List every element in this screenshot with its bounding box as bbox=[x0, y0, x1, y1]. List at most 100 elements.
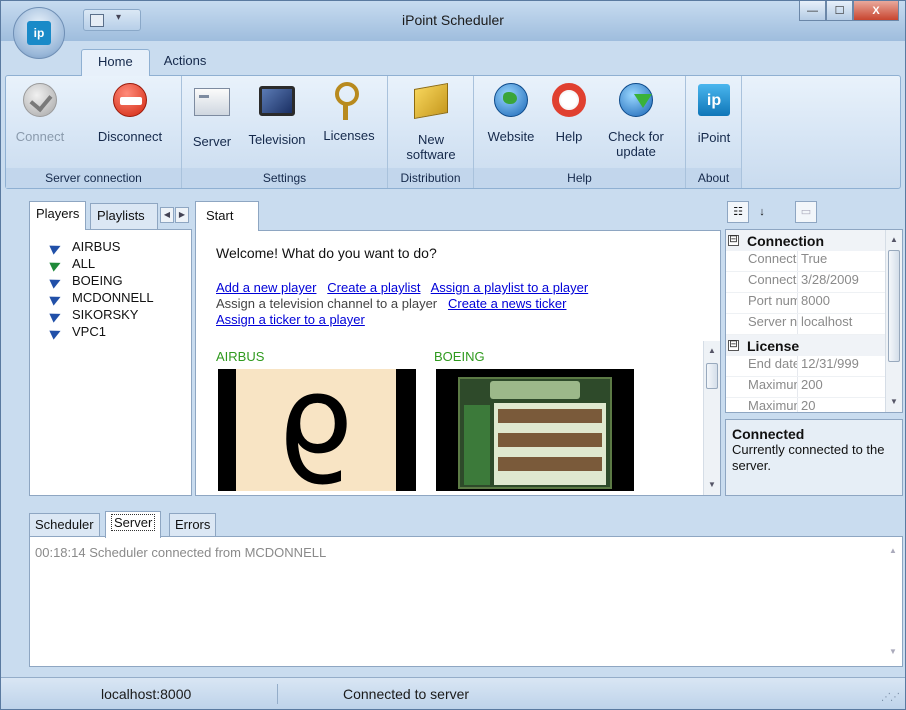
property-description: Connected Currently connected to the ser… bbox=[725, 419, 903, 496]
status-bar: localhost:8000 Connected to server ⋰⋰ bbox=[1, 677, 905, 709]
ribbon: Connect Disconnect Server connection Ser… bbox=[5, 75, 901, 189]
window-controls: — ☐ X bbox=[799, 1, 899, 23]
property-row[interactable]: End date 12/31/999 bbox=[726, 356, 902, 377]
check-for-update-button[interactable]: Check for update bbox=[596, 80, 676, 159]
property-category-connection[interactable]: ⊟ Connection bbox=[726, 230, 902, 251]
licenses-button[interactable]: Licenses bbox=[316, 80, 382, 143]
tab-errors[interactable]: Errors bbox=[169, 513, 217, 537]
tab-players[interactable]: Players bbox=[29, 201, 87, 230]
group-label: Server connection bbox=[6, 168, 181, 188]
tab-scroll-left-icon[interactable]: ◀ bbox=[160, 207, 174, 223]
scroll-down-icon[interactable]: ▼ bbox=[886, 394, 902, 410]
player-icon bbox=[50, 241, 64, 253]
tab-scheduler[interactable]: Scheduler bbox=[29, 513, 100, 537]
title-bar[interactable]: iPoint Scheduler ▾ — ☐ X bbox=[1, 1, 905, 41]
scroll-down-icon[interactable]: ▼ bbox=[704, 477, 720, 493]
preview-site-row bbox=[498, 409, 602, 423]
list-item[interactable]: VPC1 bbox=[50, 323, 191, 340]
group-help: Website Help Check for update Help bbox=[474, 76, 686, 188]
new-software-button[interactable]: New software bbox=[394, 80, 468, 162]
log-entry: 00:18:14 Scheduler connected from MCDONN… bbox=[35, 545, 327, 560]
property-row[interactable]: Maximum 200 bbox=[726, 377, 902, 398]
scroll-thumb[interactable] bbox=[706, 363, 718, 389]
collapse-icon[interactable]: ⊟ bbox=[728, 235, 739, 246]
preview-website-image bbox=[458, 377, 612, 489]
group-label: Help bbox=[474, 168, 685, 188]
tab-start[interactable]: Start bbox=[195, 201, 259, 231]
scroll-up-icon[interactable]: ▲ bbox=[885, 543, 901, 559]
ipoint-about-button[interactable]: ip iPoint bbox=[690, 80, 738, 145]
maximize-button[interactable]: ☐ bbox=[826, 1, 853, 21]
tab-scroll-right-icon[interactable]: ▶ bbox=[175, 207, 189, 223]
property-vertical-scrollbar[interactable]: ▲ ▼ bbox=[885, 230, 902, 412]
property-pages-icon[interactable]: ▭ bbox=[795, 201, 817, 223]
ribbon-tab-home[interactable]: Home bbox=[81, 49, 150, 76]
start-vertical-scrollbar[interactable]: ▲ ▼ bbox=[703, 341, 720, 495]
start-content: Welcome! What do you want to do? Add a n… bbox=[195, 230, 721, 496]
property-row[interactable]: Connecte 3/28/2009 bbox=[726, 272, 902, 293]
scroll-up-icon[interactable]: ▲ bbox=[886, 232, 902, 248]
save-icon[interactable] bbox=[90, 14, 104, 27]
group-server-connection: Connect Disconnect Server connection bbox=[6, 76, 182, 188]
app-window: iPoint Scheduler ▾ — ☐ X ip Home Actions… bbox=[0, 0, 906, 710]
list-item[interactable]: AIRBUS bbox=[50, 238, 191, 255]
log-vertical-scrollbar[interactable]: ▲ ▼ bbox=[885, 537, 902, 666]
lifebuoy-icon bbox=[552, 83, 586, 117]
alphabetical-sort-icon[interactable]: ↓ bbox=[751, 201, 773, 223]
player-icon bbox=[50, 309, 64, 321]
player-preview-boeing[interactable] bbox=[436, 369, 634, 491]
player-icon bbox=[50, 275, 64, 287]
property-row[interactable]: Maximum 20 bbox=[726, 398, 902, 412]
assign-tv-link[interactable]: Assign a television channel to a player bbox=[216, 296, 437, 311]
scroll-thumb[interactable] bbox=[888, 250, 900, 362]
player-preview-airbus[interactable]: 6 bbox=[218, 369, 416, 491]
create-ticker-link[interactable]: Create a news ticker bbox=[448, 296, 567, 311]
welcome-text: Welcome! What do you want to do? bbox=[216, 245, 437, 261]
preview-site-sidebar bbox=[464, 405, 490, 485]
help-button[interactable]: Help bbox=[544, 80, 594, 144]
players-list: AIRBUS ALL BOEING MCDONNELL SIKORSKY VPC… bbox=[29, 229, 192, 496]
status-connection: Connected to server bbox=[343, 686, 470, 702]
assign-ticker-link[interactable]: Assign a ticker to a player bbox=[216, 312, 365, 327]
assign-playlist-link[interactable]: Assign a playlist to a player bbox=[431, 280, 589, 295]
player-group-icon bbox=[50, 258, 64, 270]
list-item[interactable]: BOEING bbox=[50, 272, 191, 289]
property-grid: ⊟ Connection Connecte True Connecte 3/28… bbox=[725, 229, 903, 413]
keys-icon bbox=[331, 82, 367, 120]
scroll-down-icon[interactable]: ▼ bbox=[885, 644, 901, 660]
list-item[interactable]: SIKORSKY bbox=[50, 306, 191, 323]
group-label: About bbox=[686, 168, 741, 188]
list-item[interactable]: ALL bbox=[50, 255, 191, 272]
create-playlist-link[interactable]: Create a playlist bbox=[327, 280, 420, 295]
property-row[interactable]: Port num 8000 bbox=[726, 293, 902, 314]
thumbnail-label-boeing: BOEING bbox=[434, 349, 485, 364]
disconnect-button[interactable]: Disconnect bbox=[90, 80, 170, 144]
scroll-up-icon[interactable]: ▲ bbox=[704, 343, 720, 359]
add-player-link[interactable]: Add a new player bbox=[216, 280, 316, 295]
list-item[interactable]: MCDONNELL bbox=[50, 289, 191, 306]
player-icon bbox=[50, 326, 64, 338]
preview-digit: 6 bbox=[277, 369, 355, 491]
property-category-license[interactable]: ⊟ License bbox=[726, 335, 902, 356]
television-button[interactable]: Television bbox=[238, 80, 316, 147]
description-title: Connected bbox=[732, 426, 805, 442]
connect-button[interactable]: Connect bbox=[12, 80, 68, 144]
disconnect-icon bbox=[113, 83, 147, 117]
resize-grip-icon[interactable]: ⋰⋰ bbox=[881, 692, 900, 703]
categorized-view-icon[interactable]: ☷ bbox=[727, 201, 749, 223]
application-orb-button[interactable]: ip bbox=[13, 7, 65, 59]
left-panel-tabs: Players Playlists ◀ ▶ bbox=[29, 201, 192, 230]
server-settings-button[interactable]: Server bbox=[188, 80, 236, 149]
close-button[interactable]: X bbox=[853, 1, 899, 21]
ribbon-tab-actions[interactable]: Actions bbox=[150, 49, 221, 76]
collapse-icon[interactable]: ⊟ bbox=[728, 340, 739, 351]
tab-server[interactable]: Server bbox=[105, 511, 162, 538]
qat-dropdown-icon[interactable]: ▾ bbox=[116, 12, 121, 23]
property-row[interactable]: Connecte True bbox=[726, 251, 902, 272]
software-package-icon bbox=[414, 83, 448, 119]
website-button[interactable]: Website bbox=[478, 80, 544, 144]
minimize-button[interactable]: — bbox=[799, 1, 826, 21]
property-row[interactable]: Server n localhost bbox=[726, 314, 902, 335]
quick-access-toolbar: ▾ bbox=[83, 9, 141, 31]
tab-playlists[interactable]: Playlists bbox=[90, 203, 158, 229]
